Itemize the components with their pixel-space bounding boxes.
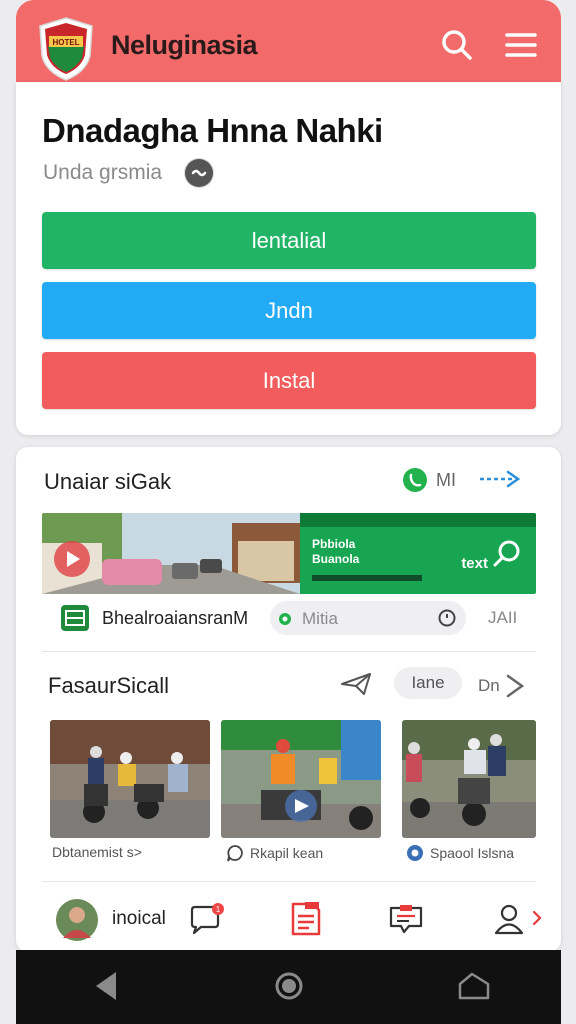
section-2-title: FasaurSicall (48, 673, 170, 698)
messages-icon[interactable]: 1 (188, 902, 226, 936)
app-title: Neluginasia (111, 30, 258, 60)
info-row: BhealroaiansranM Mitia JAII (42, 599, 536, 635)
location-icon (407, 845, 423, 861)
divider (42, 651, 536, 652)
promo-banner[interactable]: Pbbiola Buanola text (42, 513, 536, 594)
chevron-right-icon (506, 674, 524, 698)
thumbnail-caption: Dbtanemist s> (52, 844, 142, 860)
banner-text: Pbbiola Buanola (312, 537, 359, 567)
chevron-down-icon[interactable] (184, 158, 215, 188)
more-link[interactable]: Dn (478, 673, 526, 699)
grid-icon (61, 605, 89, 631)
clock-icon (438, 609, 456, 627)
profile-icon[interactable] (492, 902, 526, 936)
thumbnail-caption: Rkapil kean (226, 844, 323, 862)
video-thumbnail[interactable] (50, 720, 210, 838)
notification-count: 1 (216, 905, 221, 914)
whatsapp-icon (403, 468, 427, 492)
secondary-action-button[interactable]: Jndn (42, 282, 536, 339)
street-scene-image (42, 513, 300, 594)
logo-text: HOTEL (52, 38, 79, 47)
thumbnail-caption: Spaool Islsna (406, 844, 514, 862)
banner-cta[interactable]: text (461, 555, 488, 572)
banner-strip (312, 575, 422, 581)
thumbnail-caption-text: Dbtanemist s> (52, 844, 142, 860)
dot-icon (279, 613, 291, 625)
info-left-label: BhealroaiansranM (102, 608, 249, 628)
subtitle-text: Unda grsmia (43, 161, 163, 184)
filter-chip[interactable]: Iane (394, 667, 462, 699)
page-title: Dnadagha Hnna Nahki (42, 112, 383, 149)
info-pill[interactable]: Mitia (270, 601, 466, 635)
install-button[interactable]: Instal (42, 352, 536, 409)
send-icon[interactable] (340, 671, 374, 697)
search-icon[interactable] (440, 28, 474, 62)
menu-icon[interactable] (504, 28, 538, 62)
divider (42, 881, 536, 882)
primary-action-button[interactable]: lentalial (42, 212, 536, 269)
banner-panel: Pbbiola Buanola text (300, 513, 536, 594)
section-title: Unaiar siGak (44, 469, 172, 494)
app-logo[interactable]: HOTEL (36, 16, 96, 82)
video-thumbnail[interactable] (402, 720, 536, 838)
thumbnail-caption-text: Spaool Islsna (430, 845, 515, 861)
back-icon[interactable] (92, 970, 120, 1002)
subtitle-row: Unda grsmia (43, 158, 215, 188)
banner-line-1: Pbbiola (312, 537, 356, 551)
banner-status-bar (300, 513, 536, 527)
document-icon[interactable] (289, 900, 323, 938)
pill-label: Mitia (302, 609, 338, 628)
profile-card: Dnadagha Hnna Nahki Unda grsmia lentalia… (16, 82, 561, 435)
video-thumbnail[interactable] (221, 720, 381, 838)
feed-card: Unaiar siGak MI Pbbiola Buanola text Bhe… (16, 447, 561, 952)
info-right-label: JAII (488, 608, 518, 627)
arrow-right-icon[interactable] (478, 469, 522, 489)
more-label: Dn (478, 676, 500, 695)
home-icon[interactable] (274, 970, 304, 1002)
chevron-right-icon[interactable] (532, 910, 542, 926)
badge-label: MI (436, 469, 456, 490)
section-badge[interactable]: MI (402, 467, 456, 493)
avatar[interactable] (55, 898, 99, 942)
bottom-nav: inoical 1 (42, 892, 542, 948)
banner-line-2: Buanola (312, 552, 360, 566)
system-nav-bar (16, 950, 561, 1024)
profile-name: inoical (112, 908, 166, 929)
recents-icon[interactable] (456, 970, 492, 1002)
inbox-icon[interactable] (387, 902, 425, 936)
app-header: HOTEL Neluginasia (16, 0, 561, 82)
chat-bubble-icon (227, 845, 243, 862)
banner-search-icon[interactable] (492, 539, 522, 569)
thumbnail-caption-text: Rkapil kean (250, 845, 324, 861)
